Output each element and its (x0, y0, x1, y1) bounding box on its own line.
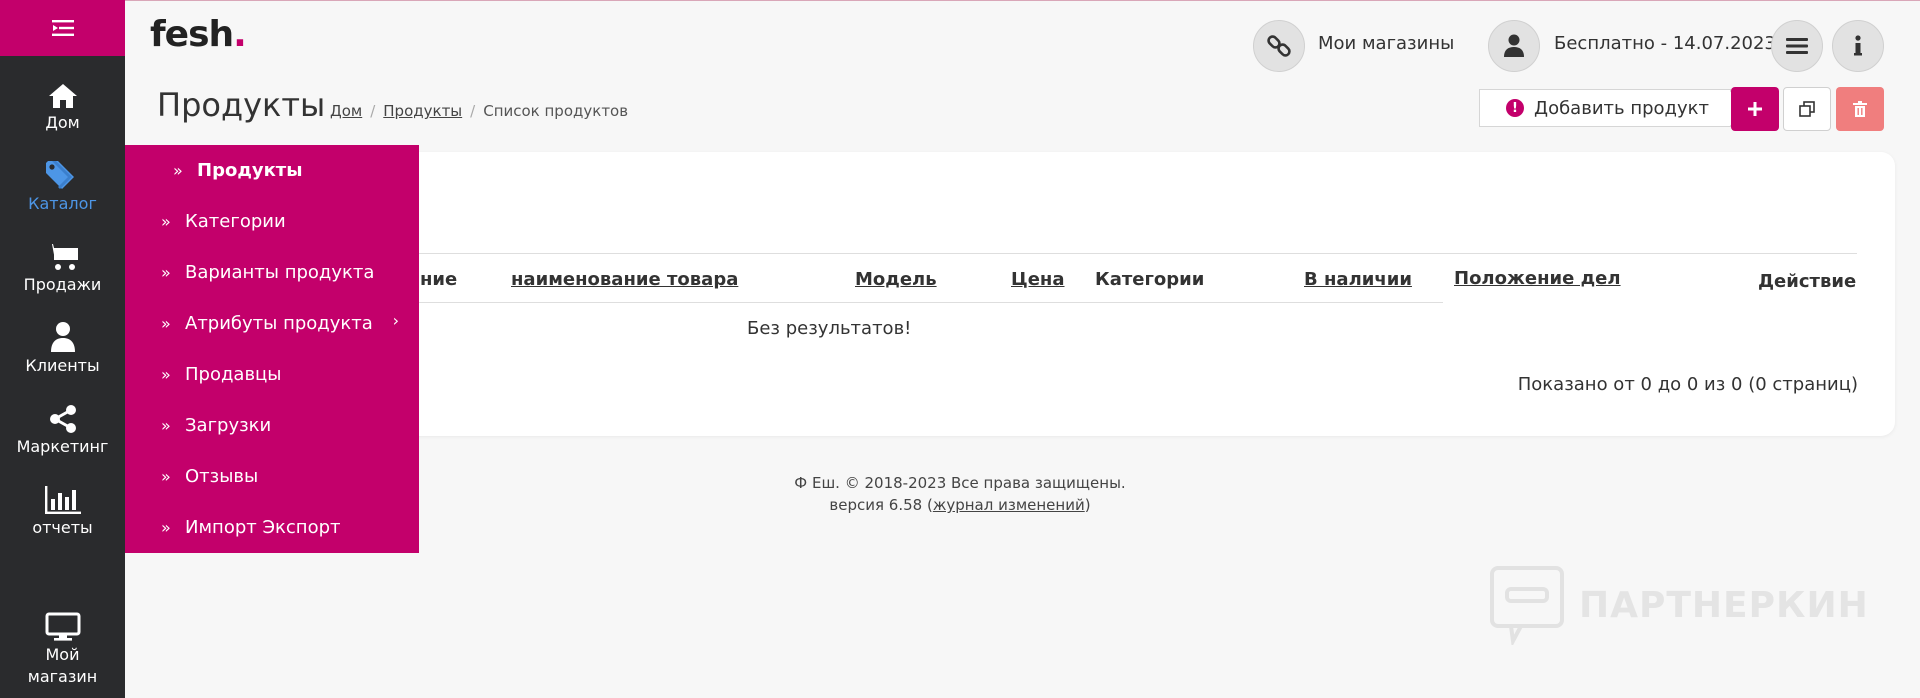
link-icon (1267, 35, 1291, 57)
rail-item-label: Продажи (23, 275, 102, 294)
flyout-item-vendors[interactable]: » Продавцы (125, 349, 419, 399)
cart-icon (45, 244, 78, 270)
version-suffix: ) (1084, 496, 1091, 514)
info-button[interactable] (1832, 20, 1884, 72)
column-header-categories: Категории (1095, 269, 1205, 290)
add-product-hint: ! Добавить продукт (1479, 89, 1731, 127)
user-icon (50, 322, 75, 352)
home-icon (48, 84, 77, 108)
copyright-text: Ф Еш. © 2018-2023 Все права защищены. (794, 474, 1126, 492)
rail-item-label: отчеты (32, 518, 93, 537)
delete-button[interactable] (1836, 87, 1884, 131)
flyout-item-label: Атрибуты продукта (185, 312, 373, 334)
my-stores-link[interactable]: Мои магазины (1318, 33, 1454, 54)
double-chevron-right-icon: » (173, 160, 183, 180)
left-rail: Дом Каталог Продажи Клиенты Маркетинг от… (0, 0, 125, 698)
flyout-item-categories[interactable]: » Категории (125, 196, 419, 246)
empty-results-text: Без результатов! (747, 318, 912, 339)
breadcrumb-separator: / (470, 102, 476, 120)
rail-item-label: Мой магазин (27, 645, 98, 686)
flyout-item-label: Загрузки (185, 414, 272, 436)
logo-dot: . (233, 14, 247, 55)
flyout-item-label: Продавцы (185, 363, 282, 385)
logo-text: fesh (150, 14, 234, 55)
plan-status[interactable]: Бесплатно - 14.07.2023 (1554, 33, 1776, 54)
account-button[interactable] (1488, 20, 1540, 72)
exclamation-icon: ! (1506, 99, 1524, 117)
rail-item-label: Дом (45, 113, 80, 132)
column-header-status[interactable]: Положение дел (1454, 268, 1621, 289)
rail-item-home[interactable]: Дом (0, 74, 125, 152)
main-menu-button[interactable] (1771, 20, 1823, 72)
catalog-flyout-menu: » Продукты » Категории » Варианты продук… (125, 145, 419, 553)
breadcrumb-separator: / (370, 102, 376, 120)
chevron-right-icon: › (392, 311, 399, 330)
flyout-item-reviews[interactable]: » Отзывы (125, 451, 419, 501)
watermark-text: ПАРТНЕРКИН (1579, 584, 1869, 626)
flyout-item-label: Отзывы (185, 465, 259, 487)
rail-item-label: Клиенты (25, 356, 100, 375)
watermark: ПАРТНЕРКИН (1489, 565, 1869, 645)
flyout-item-label: Варианты продукта (185, 261, 375, 283)
flyout-item-label: Импорт Экспорт (185, 516, 341, 538)
share-icon (49, 405, 76, 433)
user-icon (1504, 34, 1524, 57)
double-chevron-right-icon: » (161, 517, 171, 537)
breadcrumb: Дом / Продукты / Список продуктов (330, 102, 628, 120)
column-header-price[interactable]: Цена (1011, 269, 1065, 290)
rail-item-marketing[interactable]: Маркетинг (0, 398, 125, 476)
monitor-icon (45, 612, 80, 641)
flyout-item-attributes[interactable]: » Атрибуты продукта › (125, 298, 419, 348)
menu-collapse-icon (51, 20, 74, 36)
copy-button[interactable] (1783, 87, 1831, 131)
changelog-link[interactable]: журнал изменений (933, 496, 1085, 514)
double-chevron-right-icon: » (161, 313, 171, 333)
add-product-hint-label: Добавить продукт (1534, 97, 1709, 119)
breadcrumb-products[interactable]: Продукты (383, 102, 462, 120)
double-chevron-right-icon: » (161, 415, 171, 435)
rail-item-label: Каталог (28, 194, 97, 213)
rail-item-catalog[interactable]: Каталог (0, 155, 125, 233)
column-header-model[interactable]: Модель (855, 269, 937, 290)
top-accent-line (0, 0, 1920, 1)
column-header-in-stock[interactable]: В наличии (1304, 269, 1412, 290)
my-stores-button[interactable] (1253, 20, 1305, 72)
info-icon (1854, 35, 1862, 56)
tag-icon (45, 161, 74, 189)
double-chevron-right-icon: » (161, 211, 171, 231)
column-header-action: Действие (1758, 271, 1857, 292)
chat-bubble-icon (1490, 566, 1564, 645)
rail-item-sales[interactable]: Продажи (0, 236, 125, 314)
double-chevron-right-icon: » (161, 262, 171, 282)
rail-item-label: Маркетинг (16, 437, 109, 456)
plus-icon (1748, 102, 1762, 116)
rail-item-customers[interactable]: Клиенты (0, 317, 125, 395)
flyout-item-import-export[interactable]: » Импорт Экспорт (125, 502, 419, 552)
menu-toggle-button[interactable] (0, 0, 125, 56)
version-text: версия 6.58 ( (829, 496, 933, 514)
double-chevron-right-icon: » (161, 364, 171, 384)
trash-icon (1853, 101, 1867, 117)
flyout-item-products[interactable]: » Продукты (125, 145, 419, 195)
flyout-item-label: Категории (185, 210, 286, 232)
brand-logo[interactable]: fesh. (150, 14, 247, 55)
flyout-item-downloads[interactable]: » Загрузки (125, 400, 419, 450)
copy-icon (1799, 101, 1815, 117)
add-product-button[interactable] (1731, 87, 1779, 131)
column-header-product-name[interactable]: наименование товара (511, 269, 738, 290)
page-title: Продукты (157, 86, 326, 124)
rail-item-my-store[interactable]: Мой магазин (0, 606, 125, 692)
pagination-summary: Показано от 0 до 0 из 0 (0 страниц) (1517, 374, 1858, 395)
breadcrumb-current: Список продуктов (483, 102, 629, 120)
breadcrumb-home[interactable]: Дом (330, 102, 362, 120)
column-header-partial[interactable]: ние (420, 269, 457, 290)
hamburger-icon (1786, 38, 1808, 54)
double-chevron-right-icon: » (161, 466, 171, 486)
flyout-item-variants[interactable]: » Варианты продукта (125, 247, 419, 297)
flyout-item-label: Продукты (197, 159, 303, 181)
